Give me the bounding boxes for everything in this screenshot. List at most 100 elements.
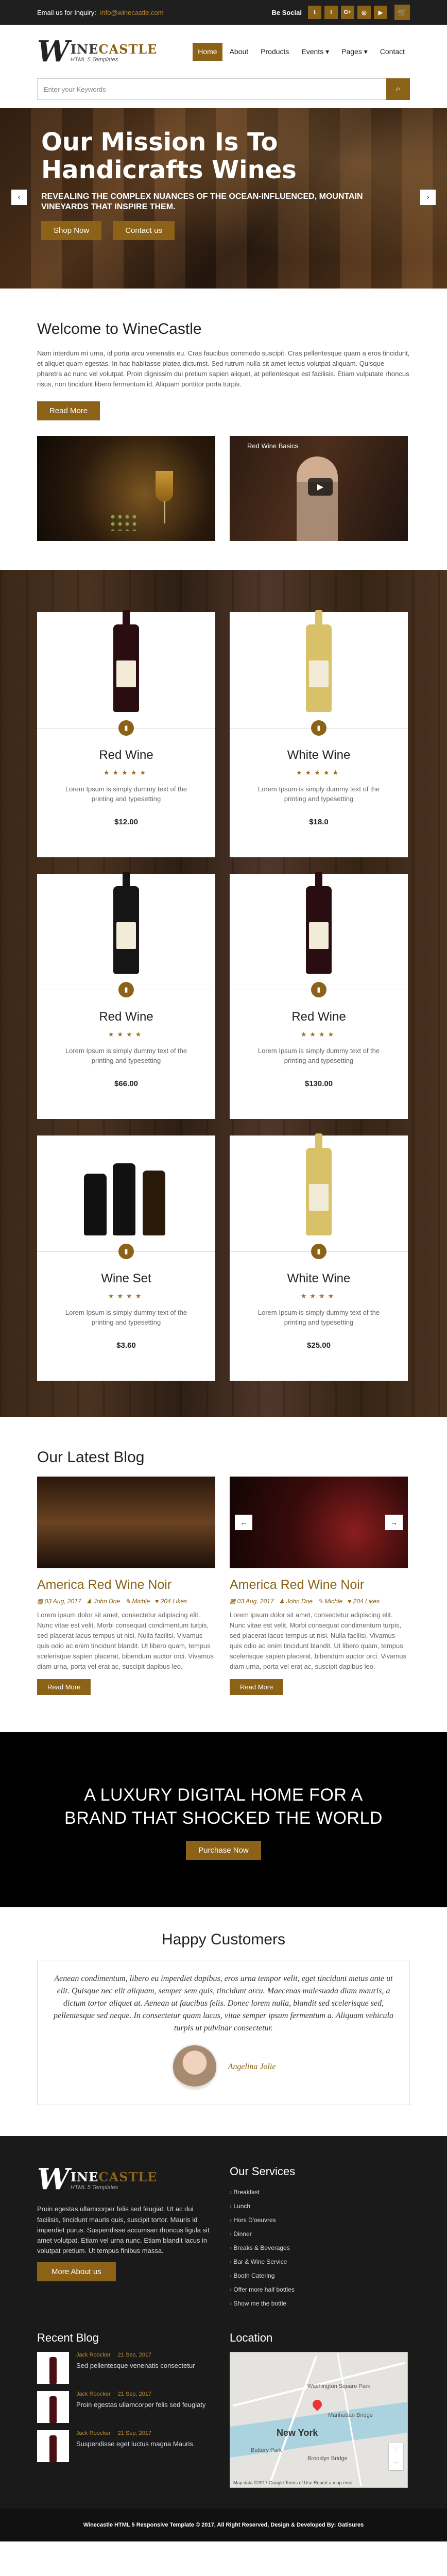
recent-post-title[interactable]: Proin egestas ullamcorper felis sed feug…: [76, 2400, 205, 2410]
testimonial-card: Aenean condimentum, libero eu imperdiet …: [37, 1960, 410, 2106]
product-card[interactable]: ▮ Red Wine ★★★★ Lorem Ipsum is simply dummy…: [37, 871, 215, 1119]
recent-post[interactable]: Jack Roocker 21 Sep, 2017 Proin egestas ul…: [37, 2391, 215, 2424]
recent-post-thumbnail: [37, 2430, 69, 2463]
product-name[interactable]: White Wine: [230, 748, 408, 762]
service-link[interactable]: Hors D'oeuvres: [230, 2213, 408, 2227]
top-bar: Email us for Inquiry: info@winecastle.co…: [0, 0, 447, 25]
product-price: $66.00: [114, 1079, 138, 1088]
testimonial-author: Angelina Jolie: [228, 2062, 276, 2072]
product-card[interactable]: ▮ White Wine ★★★★ Lorem Ipsum is simply dum…: [230, 1133, 408, 1381]
products-section: ▮ Red Wine ★★★★★ Lorem Ipsum is simply dumm…: [0, 569, 447, 1417]
google-plus-icon[interactable]: G+: [341, 6, 354, 19]
services-title: Our Services: [230, 2165, 296, 2178]
blog-post: America Red Wine Noir ▦ 03 Aug, 2017 ♟ J…: [37, 1476, 215, 1696]
product-description: Lorem Ipsum is simply dummy text of the …: [257, 1308, 380, 1327]
blog-excerpt: Lorem ipsum dolor sit amet, consectetur …: [37, 1611, 214, 1671]
product-name[interactable]: Wine Set: [37, 1272, 215, 1286]
product-name[interactable]: White Wine: [230, 1272, 408, 1286]
product-price: $25.00: [307, 1341, 331, 1350]
main-nav: Home About Products Events ▾ Pages ▾ Con…: [193, 42, 410, 61]
service-link[interactable]: Dinner: [230, 2227, 408, 2241]
recent-post[interactable]: Jack Roocker 21 Sep, 2017 Suspendisse eget…: [37, 2430, 215, 2463]
rating-stars: ★★★★: [108, 1292, 145, 1300]
contact-us-button[interactable]: Contact us: [113, 221, 175, 241]
map-city-label: New York: [277, 2428, 318, 2438]
service-link[interactable]: Bar & Wine Service: [230, 2255, 408, 2269]
product-card[interactable]: ▮ White Wine ★★★★★ Lorem Ipsum is simply du…: [230, 609, 408, 857]
blog-read-more-button[interactable]: Read More: [37, 1679, 91, 1696]
blog-post-title[interactable]: America Red Wine Noir: [37, 1578, 215, 1592]
inquiry-email-link[interactable]: info@winecastle.com: [100, 9, 164, 16]
instagram-icon[interactable]: ◎: [357, 6, 371, 19]
nav-item-events[interactable]: Events ▾: [296, 43, 334, 61]
footer-services: Our Services BreakfastLunchHors D'oeuvre…: [230, 2165, 408, 2311]
welcome-read-more-button[interactable]: Read More: [37, 401, 100, 420]
slider-prev-button[interactable]: ‹: [11, 190, 27, 205]
site-logo[interactable]: W INECASTLE HTML 5 Templates: [37, 37, 193, 66]
wine-glass-image: [37, 435, 215, 541]
zoom-out-icon: −: [393, 2459, 399, 2468]
wine-bottle-image: [113, 871, 139, 974]
footer-about-text: Proin egestas ullamcorper felis sed feug…: [37, 2205, 210, 2255]
map-credit: Map data ©2017 Google Terms of Use Repor…: [233, 2480, 353, 2486]
rating-stars: ★★★★: [300, 1292, 337, 1300]
hero-slider: ‹ › Our Mission Is To Handicrafts Wines R…: [0, 108, 447, 289]
nav-item-contact[interactable]: Contact: [375, 43, 410, 61]
nav-item-home[interactable]: Home: [193, 42, 222, 61]
user-icon: ♟ John Doe: [86, 1597, 121, 1605]
product-description: Lorem Ipsum is simply dummy text of the …: [65, 1046, 187, 1065]
search-input[interactable]: Enter your Keywords: [37, 78, 386, 100]
play-icon[interactable]: ▶: [308, 478, 333, 496]
location-map[interactable]: Washington Square Park Manhattan Bridge …: [230, 2352, 408, 2488]
service-link[interactable]: Booth Catering: [230, 2269, 408, 2283]
nav-item-about[interactable]: About: [225, 43, 254, 61]
cart-icon[interactable]: 🛒: [394, 5, 410, 20]
wine-bottle-image: [306, 871, 332, 974]
footer-logo[interactable]: W INECASTLE HTML 5 Templates: [37, 2165, 215, 2194]
recent-post[interactable]: Jack Roocker 21 Sep, 2017 Sed pellentesque…: [37, 2352, 215, 2384]
purchase-now-button[interactable]: Purchase Now: [186, 1840, 261, 1860]
product-name[interactable]: Red Wine: [37, 748, 215, 762]
service-link[interactable]: Breakfast: [230, 2185, 408, 2199]
facebook-icon[interactable]: f: [324, 6, 338, 19]
slider-next-button[interactable]: ›: [420, 190, 436, 205]
service-link[interactable]: Offer more half bottles: [230, 2283, 408, 2297]
nav-item-pages[interactable]: Pages ▾: [336, 43, 373, 61]
service-link[interactable]: Lunch: [230, 2199, 408, 2213]
product-description: Lorem Ipsum is simply dummy text of the …: [257, 785, 380, 803]
blog-post-title[interactable]: America Red Wine Noir: [230, 1578, 408, 1592]
product-description: Lorem Ipsum is simply dummy text of the …: [65, 1308, 187, 1327]
product-card[interactable]: ▮ Red Wine ★★★★ Lorem Ipsum is simply dummy…: [230, 871, 408, 1119]
product-card[interactable]: ▮ Red Wine ★★★★★ Lorem Ipsum is simply dumm…: [37, 609, 215, 857]
youtube-icon[interactable]: ▶: [374, 6, 387, 19]
video-player[interactable]: Red Wine Basics ▶: [230, 435, 408, 541]
twitter-icon[interactable]: t: [308, 6, 321, 19]
product-name[interactable]: Red Wine: [230, 1010, 408, 1024]
product-card[interactable]: ▮ Wine Set ★★★★ Lorem Ipsum is simply dummy…: [37, 1135, 215, 1381]
footer-location: Location Washington Square Park Manhatta…: [230, 2331, 408, 2488]
bottle-badge-icon: ▮: [118, 1243, 134, 1259]
nav-item-products[interactable]: Products: [255, 43, 294, 61]
wine-bottle-image: [306, 609, 332, 712]
recent-post-title[interactable]: Suspendisse eget luctus magna Mauris.: [76, 2439, 195, 2449]
blog-section: Our Latest Blog America Red Wine Noir ▦ …: [0, 1417, 447, 1733]
blog-next-arrow-icon[interactable]: →: [385, 1514, 403, 1530]
blog-read-more-button[interactable]: Read More: [230, 1679, 284, 1696]
product-name[interactable]: Red Wine: [37, 1010, 215, 1024]
blog-excerpt: Lorem ipsum dolor sit amet, consectetur …: [230, 1611, 406, 1671]
recent-post-title[interactable]: Sed pellentesque venenatis consectetur: [76, 2361, 195, 2370]
blog-prev-arrow-icon[interactable]: ←: [235, 1514, 252, 1530]
welcome-section: Welcome to WineCastle Nam interdum mi ur…: [0, 289, 447, 570]
testimonials-title: Happy Customers: [161, 1931, 286, 1948]
footer-recent-blog: Recent Blog Jack Roocker 21 Sep, 2017 Sed …: [37, 2331, 215, 2488]
blog-image: [37, 1476, 215, 1568]
service-link[interactable]: Show me the bottle: [230, 2297, 408, 2311]
recent-post-meta: Jack Roocker 21 Sep, 2017: [76, 2391, 152, 2398]
tag-icon: ✎ Michle: [318, 1597, 343, 1605]
service-link[interactable]: Breaks & Beverages: [230, 2241, 408, 2255]
map-zoom-control[interactable]: + −: [389, 2443, 403, 2470]
more-about-us-button[interactable]: More About us: [37, 2262, 116, 2282]
search-icon[interactable]: ⌕: [386, 78, 410, 100]
shop-now-button[interactable]: Shop Now: [41, 221, 102, 241]
blog-meta: ▦ 03 Aug, 2017 ♟ John Doe ✎ Michle ♥ 204…: [230, 1598, 408, 1605]
